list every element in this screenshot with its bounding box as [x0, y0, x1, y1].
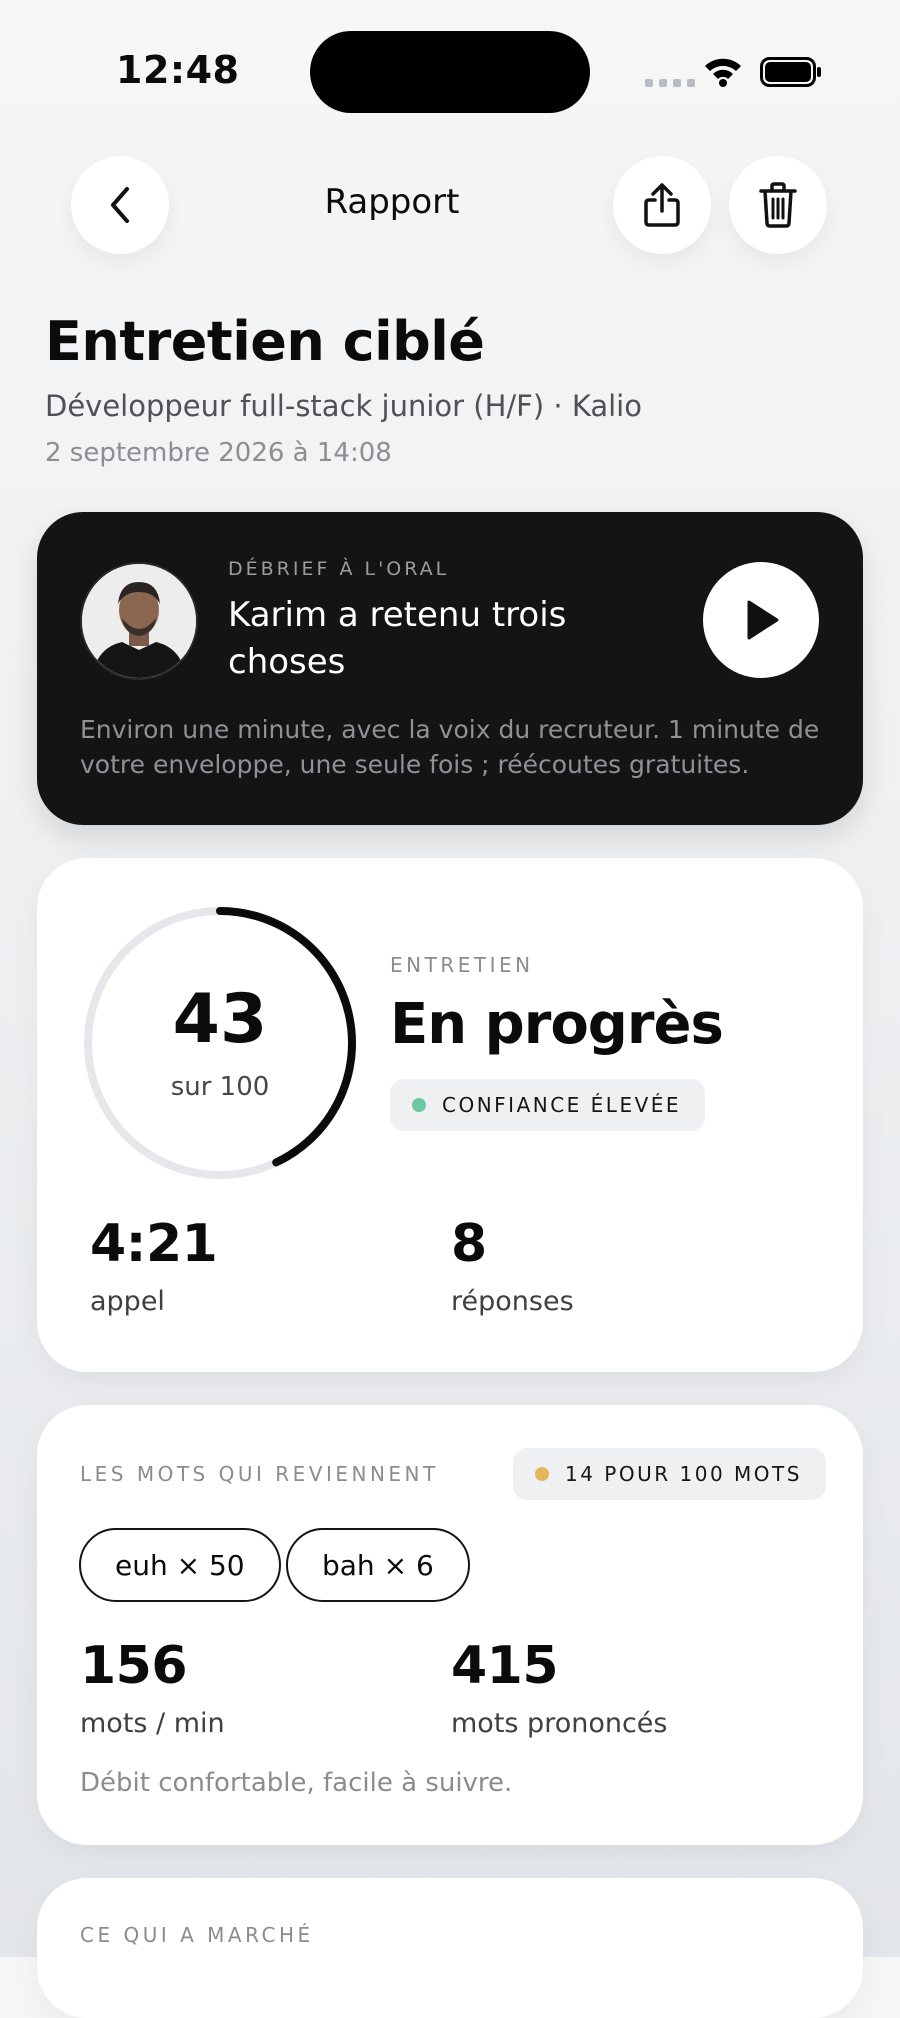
confidence-dot	[412, 1098, 426, 1112]
report-title: Entretien ciblé	[45, 310, 485, 373]
filler-chip-euh[interactable]: euh × 50	[79, 1528, 281, 1602]
confidence-label: CONFIANCE ÉLEVÉE	[442, 1093, 682, 1117]
stat-answers-label: réponses	[451, 1286, 574, 1317]
job-subtitle: Développeur full-stack junior (H/F) · Ka…	[45, 389, 642, 423]
score-overline: ENTRETIEN	[390, 953, 534, 977]
play-icon	[747, 600, 779, 640]
stat-wpm-value: 156	[80, 1636, 188, 1696]
status-time: 12:48	[116, 48, 240, 92]
score-value: 43	[172, 980, 268, 1059]
pace-note: Débit confortable, facile à suivre.	[80, 1768, 513, 1798]
audio-title: Karim a retenu trois choses	[228, 595, 567, 682]
audio-description: Environ une minute, avec la voix du recr…	[80, 715, 820, 779]
delete-button[interactable]	[729, 156, 827, 254]
stat-wpm-label: mots / min	[80, 1708, 225, 1739]
filler-rate-label: 14 POUR 100 MOTS	[565, 1462, 802, 1486]
stat-call-label: appel	[90, 1286, 165, 1317]
score-level: En progrès	[390, 992, 724, 1057]
share-icon	[644, 183, 680, 227]
stat-words-label: mots prononcés	[451, 1708, 668, 1739]
filler-chip-bah[interactable]: bah × 6	[286, 1528, 470, 1602]
filler-rate-badge: 14 POUR 100 MOTS	[513, 1448, 826, 1500]
signal-icon	[645, 79, 695, 87]
wifi-icon	[705, 58, 741, 87]
what-worked-overline: CE QUI A MARCHÉ	[80, 1923, 314, 1947]
what-worked-card	[37, 1878, 863, 2018]
stat-call-value: 4:21	[90, 1214, 218, 1274]
play-button[interactable]	[703, 562, 819, 678]
filler-words-overline: LES MOTS QUI REVIENNENT	[80, 1462, 439, 1486]
dynamic-island	[310, 31, 590, 113]
filler-rate-dot	[535, 1467, 549, 1481]
recruiter-avatar	[80, 562, 198, 680]
confidence-badge: CONFIANCE ÉLEVÉE	[390, 1079, 706, 1131]
stat-words-value: 415	[451, 1636, 559, 1696]
trash-icon	[759, 182, 797, 228]
battery-icon	[760, 57, 821, 87]
score-suffix: sur 100	[170, 1072, 270, 1102]
stat-answers-value: 8	[451, 1214, 487, 1274]
report-date: 2 septembre 2026 à 14:08	[45, 438, 392, 468]
audio-overline: DÉBRIEF À L'ORAL	[228, 558, 450, 580]
share-button[interactable]	[613, 156, 711, 254]
